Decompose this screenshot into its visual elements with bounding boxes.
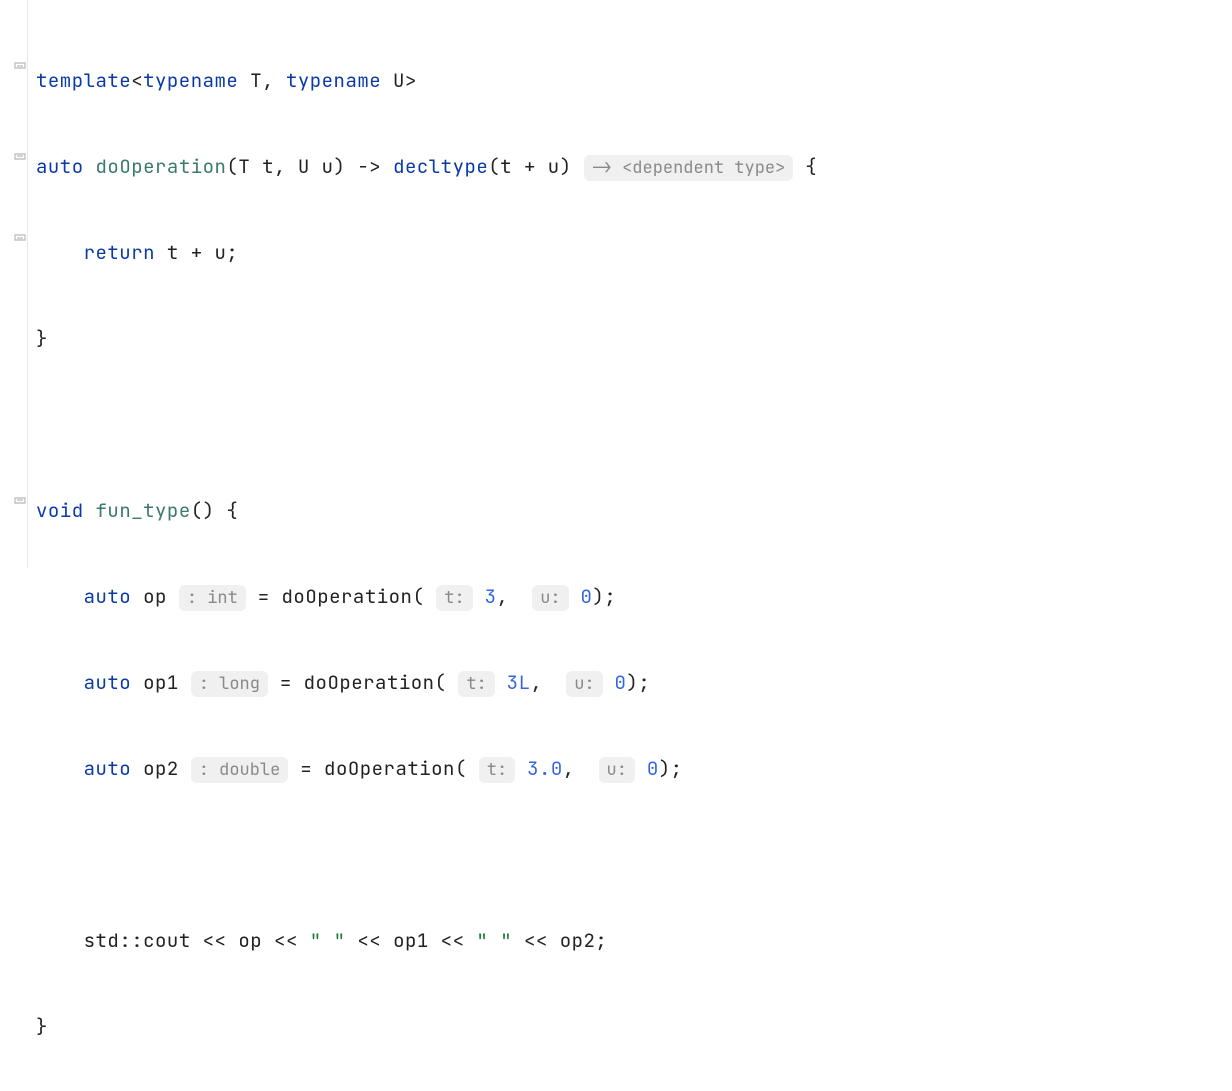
inlay-hint-param: t:	[458, 671, 494, 697]
inlay-hint-return-type: -> <dependent type>	[584, 155, 794, 181]
fold-open-icon[interactable]	[14, 62, 28, 76]
code-line: }	[36, 1005, 817, 1048]
fold-open-icon[interactable]	[14, 234, 28, 248]
inlay-hint-param: u:	[532, 585, 568, 611]
keyword-typename: typename	[286, 68, 381, 93]
inlay-hint-type: : double	[191, 757, 289, 783]
code-line: auto op2 : double = doOperation( t: 3.0,…	[36, 747, 817, 790]
inlay-hint-param: u:	[566, 671, 602, 697]
code-line: std::cout << op << " " << op1 << " " << …	[36, 919, 817, 962]
code-line: auto op : int = doOperation( t: 3, u: 0)…	[36, 575, 817, 618]
code-line-blank	[36, 833, 817, 876]
inlay-hint-type: : int	[179, 585, 246, 611]
inlay-hint-param: t:	[479, 757, 515, 783]
code-line: return t + u;	[36, 231, 817, 274]
keyword-void: void	[36, 498, 84, 523]
string-literal: " "	[310, 928, 346, 953]
editor-gutter	[0, 0, 28, 568]
inlay-hint-type: : long	[191, 671, 268, 697]
code-line: template<typename T, typename U>	[36, 59, 817, 102]
function-name: fun_type	[96, 498, 191, 523]
keyword-typename: typename	[143, 68, 238, 93]
code-line: auto doOperation(T t, U u) -> decltype(t…	[36, 145, 817, 188]
inlay-hint-param: t:	[436, 585, 472, 611]
keyword-auto: auto	[84, 584, 132, 609]
inlay-hint-param: u:	[599, 757, 635, 783]
function-call: doOperation	[282, 584, 413, 609]
keyword-template: template	[36, 68, 131, 93]
keyword-auto: auto	[36, 154, 84, 179]
function-call: doOperation	[304, 670, 435, 695]
keyword-auto: auto	[84, 670, 132, 695]
function-name: doOperation	[96, 154, 227, 179]
code-line: auto op1 : long = doOperation( t: 3L, u:…	[36, 661, 817, 704]
keyword-decltype: decltype	[393, 154, 488, 179]
function-call: doOperation	[324, 756, 455, 781]
keyword-auto: auto	[84, 756, 132, 781]
string-literal: " "	[476, 928, 512, 953]
code-line-blank	[36, 403, 817, 446]
code-line: void fun_type() {	[36, 489, 817, 532]
keyword-return: return	[84, 240, 155, 265]
code-editor-content[interactable]: template<typename T, typename U> auto do…	[36, 16, 817, 1091]
fold-close-icon[interactable]	[14, 492, 28, 506]
fold-close-icon[interactable]	[14, 148, 28, 162]
code-line: }	[36, 317, 817, 360]
